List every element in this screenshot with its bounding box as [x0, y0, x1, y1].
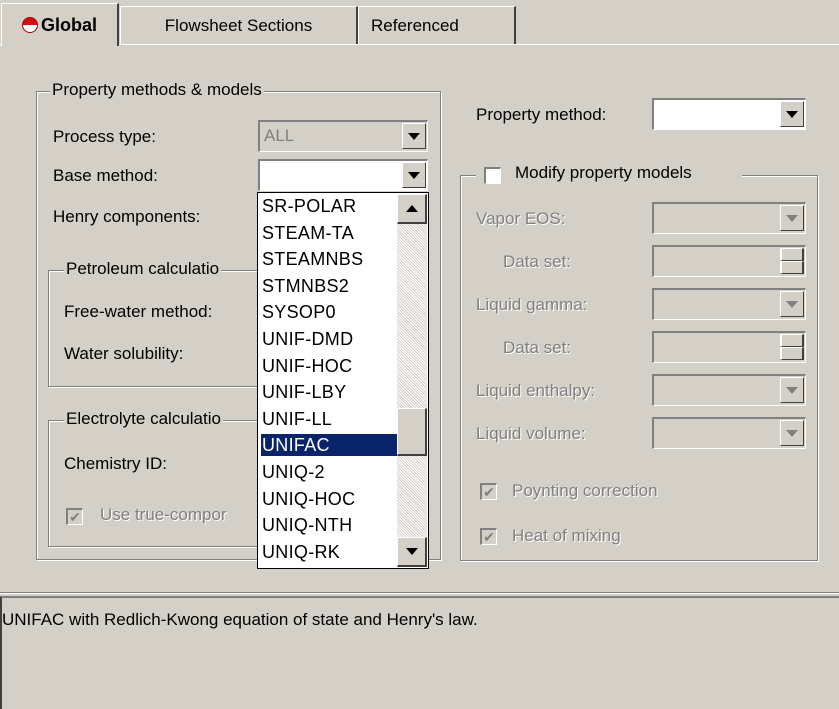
scroll-up-button[interactable]	[397, 194, 427, 224]
process-type-combo[interactable]: ALL	[258, 120, 428, 152]
liquid-data-set-spinner[interactable]	[652, 331, 806, 363]
liquid-volume-combo[interactable]	[652, 417, 806, 449]
dropdown-option[interactable]: SYSOP0	[262, 301, 336, 323]
arrow-down-icon	[781, 347, 803, 360]
dropdown-option[interactable]: UNIF-LL	[262, 408, 332, 430]
dropdown-option[interactable]: UNIQ-NTH	[262, 514, 352, 536]
use-true-components-checkbox[interactable]: ✔	[66, 508, 83, 525]
liquid-gamma-combo[interactable]	[652, 288, 806, 320]
henry-components-label: Henry components:	[53, 207, 201, 226]
property-method-combo[interactable]	[652, 98, 806, 130]
poynting-correction-label: Poynting correction	[512, 481, 658, 500]
dropdown-scrollbar[interactable]	[397, 194, 427, 567]
chevron-down-icon	[408, 171, 420, 179]
separator-light	[0, 593, 839, 594]
use-true-components-label: Use true-compor	[100, 505, 227, 524]
dropdown-option[interactable]: UNIF-HOC	[262, 355, 352, 377]
dropdown-option[interactable]: UNIQ-HOC	[262, 488, 355, 510]
dropdown-option[interactable]: STEAMNBS	[262, 248, 363, 270]
modify-property-models-label: Modify property models	[515, 163, 692, 182]
chemistry-id-label: Chemistry ID:	[64, 454, 167, 473]
tab-global-label: Global	[40, 14, 97, 35]
process-type-value: ALL	[264, 126, 295, 145]
base-method-dropdown-list[interactable]: SR-POLAR STEAM-TA STEAMNBS STMNBS2 SYSOP0 UNI…	[257, 192, 429, 569]
liquid-enthalpy-combo[interactable]	[652, 374, 806, 406]
free-water-label: Free-water method:	[64, 302, 213, 321]
liquid-volume-label: Liquid volume:	[476, 424, 586, 443]
process-type-label: Process type:	[53, 127, 156, 146]
red-half-circle-icon	[21, 17, 38, 33]
tab-global[interactable]: Global	[1, 3, 119, 46]
scroll-down-button[interactable]	[397, 537, 427, 567]
heat-of-mixing-checkbox[interactable]: ✔	[480, 528, 497, 545]
dropdown-option[interactable]: UNIFAC	[260, 433, 399, 458]
dropdown-option[interactable]: UNIQ-2	[262, 461, 325, 483]
liquid-gamma-label: Liquid gamma:	[476, 295, 588, 314]
tab-bar-line	[0, 44, 839, 45]
liquid-volume-dropdown-button[interactable]	[780, 420, 804, 446]
arrow-up-icon	[781, 248, 803, 261]
dropdown-option[interactable]: UNIF-LBY	[262, 381, 346, 403]
base-method-label: Base method:	[53, 166, 158, 185]
liquid-enthalpy-dropdown-button[interactable]	[780, 377, 804, 403]
description-text: UNIFAC with Redlich-Kwong equation of st…	[2, 610, 478, 629]
dropdown-option[interactable]: STEAM-TA	[262, 222, 354, 244]
electrolyte-legend: Electrolyte calculatio	[64, 409, 223, 429]
chevron-up-icon	[405, 205, 418, 212]
chevron-down-icon	[786, 386, 798, 394]
dropdown-option[interactable]: STMNBS2	[262, 275, 349, 297]
vapor-data-set-spin-buttons[interactable]	[780, 248, 804, 274]
property-method-label: Property method:	[476, 105, 607, 124]
water-solubility-label: Water solubility:	[64, 344, 184, 363]
process-type-dropdown-button[interactable]	[402, 123, 426, 149]
arrow-down-icon	[781, 261, 803, 274]
base-method-dropdown-button[interactable]	[402, 162, 426, 188]
base-method-combo[interactable]	[258, 159, 428, 191]
dropdown-option[interactable]: UNIF-DMD	[262, 328, 353, 350]
description-panel: UNIFAC with Redlich-Kwong equation of st…	[0, 596, 839, 709]
chevron-down-icon	[405, 548, 418, 555]
dropdown-option[interactable]: UNIQ-RK	[262, 541, 340, 563]
arrow-up-icon	[781, 334, 803, 347]
chevron-down-icon	[786, 300, 798, 308]
property-method-dropdown-button[interactable]	[780, 101, 804, 127]
heat-of-mixing-label: Heat of mixing	[512, 526, 621, 545]
petroleum-legend: Petroleum calculatio	[64, 259, 222, 279]
tab-referenced-label: Referenced	[371, 15, 459, 35]
tab-flowsheet-sections[interactable]: Flowsheet Sections	[120, 6, 358, 44]
poynting-correction-checkbox[interactable]: ✔	[480, 483, 497, 500]
chevron-down-icon	[786, 110, 798, 118]
dropdown-option[interactable]: SR-POLAR	[262, 195, 356, 217]
tab-referenced[interactable]: Referenced	[358, 6, 516, 44]
property-methods-legend: Property methods & models	[50, 80, 264, 100]
vapor-eos-dropdown-button[interactable]	[780, 205, 804, 231]
scroll-thumb[interactable]	[397, 408, 427, 456]
modify-property-models-checkbox[interactable]	[484, 167, 501, 184]
vapor-data-set-spinner[interactable]	[652, 245, 806, 277]
chevron-down-icon	[786, 429, 798, 437]
vapor-data-set-label: Data set:	[503, 252, 572, 271]
tab-flowsheet-sections-label: Flowsheet Sections	[164, 15, 313, 35]
liquid-enthalpy-label: Liquid enthalpy:	[476, 381, 596, 400]
chevron-down-icon	[786, 214, 798, 222]
vapor-eos-combo[interactable]	[652, 202, 806, 234]
chevron-down-icon	[408, 132, 420, 140]
liquid-data-set-spin-buttons[interactable]	[780, 334, 804, 360]
liquid-data-set-label: Data set:	[503, 338, 572, 357]
liquid-gamma-dropdown-button[interactable]	[780, 291, 804, 317]
vapor-eos-label: Vapor EOS:	[476, 209, 566, 228]
